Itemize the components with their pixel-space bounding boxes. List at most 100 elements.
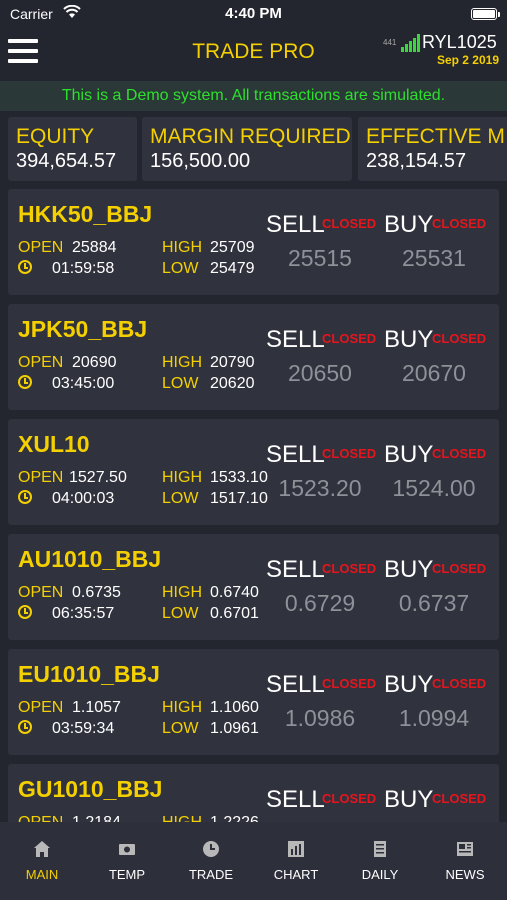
open-label: OPEN [18, 354, 64, 371]
equity-label: EQUITY [16, 125, 95, 148]
sell-price[interactable]: 25515 [265, 245, 375, 272]
buy-label[interactable]: BUY [384, 671, 433, 699]
open-label: OPEN [18, 814, 63, 822]
sell-closed-badge: CLOSED [322, 216, 377, 231]
sell-price[interactable]: 0.6729 [265, 590, 375, 617]
app-header: TRADE PRO 441 RYL1025 Sep 2 2019 [0, 28, 507, 78]
open-value: 1527.50 [69, 469, 127, 486]
account-date: Sep 2 2019 [436, 53, 499, 67]
low-label: LOW [162, 260, 199, 277]
sell-closed-badge: CLOSED [322, 446, 377, 461]
instrument-row[interactable]: EU1010_BBJ OPEN 1.1057 03:59:34 HIGH 1.1… [8, 649, 499, 755]
effective-margin-label: EFFECTIVE M [366, 125, 505, 148]
instrument-symbol: GU1010_BBJ [18, 776, 163, 802]
time-value: 06:35:57 [52, 605, 115, 622]
open-value: 0.6735 [72, 584, 121, 601]
tab-chart[interactable]: CHART [254, 822, 338, 900]
high-label: HIGH [162, 814, 202, 822]
high-value: 1533.10 [210, 469, 268, 486]
instrument-row[interactable]: GU1010_BBJ OPEN 1.2184 HIGH 1.2226 SELL … [8, 764, 499, 822]
tab-trade[interactable]: TRADE [169, 822, 253, 900]
buy-price[interactable]: 20670 [379, 360, 489, 387]
high-value: 20790 [210, 354, 255, 371]
buy-price[interactable]: 1.0994 [379, 705, 489, 732]
high-value: 1.1060 [210, 699, 259, 716]
buy-closed-badge: CLOSED [432, 791, 487, 806]
clock-time: 4:40 PM [225, 5, 282, 22]
account-id[interactable]: RYL1025 [422, 32, 497, 53]
instrument-symbol: XUL10 [18, 431, 90, 457]
low-value: 1.0961 [210, 720, 259, 737]
instrument-row[interactable]: HKK50_BBJ OPEN 25884 01:59:58 HIGH 25709… [8, 189, 499, 295]
buy-price[interactable]: 1524.00 [379, 475, 489, 502]
low-label: LOW [162, 605, 199, 622]
high-value: 1.2226 [210, 814, 259, 822]
sell-label[interactable]: SELL [266, 556, 325, 584]
instrument-row[interactable]: JPK50_BBJ OPEN 20690 03:45:00 HIGH 20790… [8, 304, 499, 410]
tab-daily[interactable]: DAILY [338, 822, 422, 900]
high-label: HIGH [162, 469, 202, 486]
sell-price[interactable]: 1.0986 [265, 705, 375, 732]
status-bar: Carrier 4:40 PM [0, 0, 507, 28]
tab-label: NEWS [445, 867, 485, 882]
sell-label[interactable]: SELL [266, 326, 325, 354]
tab-label: TRADE [188, 867, 234, 882]
time-value: 03:59:34 [52, 720, 115, 737]
instrument-symbol: JPK50_BBJ [18, 316, 148, 342]
buy-label[interactable]: BUY [384, 556, 433, 584]
time-value: 01:59:58 [52, 260, 115, 277]
signal-icon [401, 34, 421, 52]
tab-label: CHART [273, 867, 319, 882]
low-value: 25479 [210, 260, 255, 277]
buy-label[interactable]: BUY [384, 441, 433, 469]
sell-label[interactable]: SELL [266, 671, 325, 699]
account-summary: EQUITY 394,654.57 MARGIN REQUIRED 156,50… [8, 117, 507, 181]
sell-label[interactable]: SELL [266, 441, 325, 469]
sell-closed-badge: CLOSED [322, 676, 377, 691]
sell-closed-badge: CLOSED [322, 561, 377, 576]
buy-price[interactable]: 0.6737 [379, 590, 489, 617]
instrument-symbol: HKK50_BBJ [18, 201, 153, 227]
buy-label[interactable]: BUY [384, 326, 433, 354]
low-value: 1517.10 [210, 490, 268, 507]
buy-closed-badge: CLOSED [432, 561, 487, 576]
sell-price[interactable]: 1523.20 [265, 475, 375, 502]
clock-icon [18, 490, 32, 504]
clock-icon [18, 260, 32, 274]
newspaper-icon [457, 842, 473, 856]
open-label: OPEN [18, 469, 64, 486]
demo-banner: This is a Demo system. All transactions … [0, 81, 507, 111]
buy-closed-badge: CLOSED [432, 216, 487, 231]
margin-value: 156,500.00 [150, 150, 251, 172]
buy-label[interactable]: BUY [384, 786, 433, 814]
tab-temp[interactable]: TEMP [85, 822, 169, 900]
low-label: LOW [162, 490, 199, 507]
high-label: HIGH [162, 239, 202, 256]
sell-closed-badge: CLOSED [322, 791, 377, 806]
high-value: 0.6740 [210, 584, 259, 601]
chart-icon [288, 841, 304, 857]
clock-icon [18, 720, 32, 734]
sell-price[interactable]: 20650 [265, 360, 375, 387]
tab-bar: MAIN TEMP TRADE CHART DAILY NEWS [0, 822, 507, 900]
buy-label[interactable]: BUY [384, 211, 433, 239]
high-label: HIGH [162, 699, 202, 716]
document-icon [374, 841, 386, 857]
sell-closed-badge: CLOSED [322, 331, 377, 346]
money-icon [119, 844, 135, 855]
effective-margin-card: EFFECTIVE M 238,154.57 [358, 117, 507, 181]
sell-label[interactable]: SELL [266, 211, 325, 239]
clock-icon [18, 605, 32, 619]
instrument-list[interactable]: HKK50_BBJ OPEN 25884 01:59:58 HIGH 25709… [8, 189, 500, 822]
time-value: 03:45:00 [52, 375, 115, 392]
time-value: 04:00:03 [52, 490, 115, 507]
tab-news[interactable]: NEWS [423, 822, 507, 900]
effective-margin-value: 238,154.57 [366, 150, 467, 172]
instrument-row[interactable]: AU1010_BBJ OPEN 0.6735 06:35:57 HIGH 0.6… [8, 534, 499, 640]
sell-label[interactable]: SELL [266, 786, 325, 814]
tab-main[interactable]: MAIN [0, 822, 84, 900]
instrument-row[interactable]: XUL10 OPEN 1527.50 04:00:03 HIGH 1533.10… [8, 419, 499, 525]
high-label: HIGH [162, 584, 202, 601]
buy-price[interactable]: 25531 [379, 245, 489, 272]
open-value: 20690 [72, 354, 117, 371]
